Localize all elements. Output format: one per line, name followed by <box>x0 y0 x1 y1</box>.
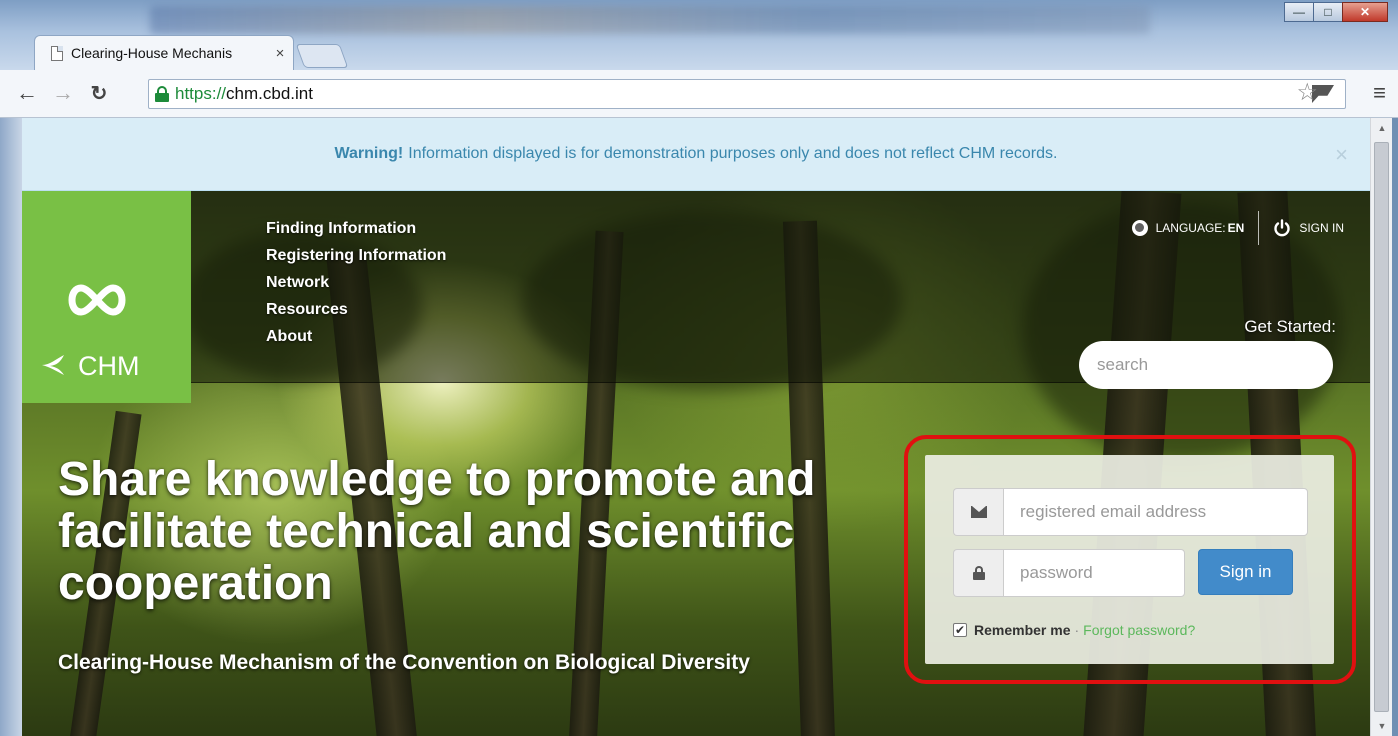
window-frame-left <box>0 118 22 736</box>
language-label: LANGUAGE: <box>1155 221 1226 235</box>
reload-icon[interactable]: ↻ <box>84 78 114 108</box>
window-controls: — □ ✕ <box>1284 2 1388 22</box>
logo-text: CHM <box>78 351 140 381</box>
warning-banner: Warning! Information displayed is for de… <box>22 118 1370 191</box>
tab-close-icon[interactable]: × <box>267 45 293 62</box>
minimize-button[interactable]: — <box>1284 2 1314 22</box>
warning-text: Information displayed is for demonstrati… <box>408 145 1058 162</box>
highlight-annotation <box>904 435 1356 684</box>
hero-section: CHM Finding Information Registering Info… <box>22 191 1370 736</box>
language-value: EN <box>1227 221 1245 235</box>
signin-label: SIGN IN <box>1299 221 1344 235</box>
back-arrow-icon[interactable]: ← <box>12 78 42 108</box>
nav-registering-information[interactable]: Registering Information <box>266 242 446 269</box>
close-icon[interactable]: × <box>1335 142 1348 168</box>
search-input[interactable] <box>1079 341 1333 389</box>
leaf-icon <box>42 355 64 375</box>
warning-label: Warning! <box>334 145 404 162</box>
nav-finding-information[interactable]: Finding Information <box>266 215 446 242</box>
url-host: chm.cbd.int <box>226 84 313 103</box>
vertical-scrollbar[interactable]: ▲ ▼ <box>1370 118 1392 736</box>
top-utility-links: LANGUAGE: EN SIGN IN <box>1131 211 1344 245</box>
url-scheme: https:// <box>175 84 227 103</box>
address-bar[interactable]: https:// chm.cbd.int <box>148 79 1346 109</box>
nav-network[interactable]: Network <box>266 269 446 296</box>
browser-menu-icon[interactable]: ≡ <box>1373 80 1386 106</box>
language-selector[interactable]: LANGUAGE: EN <box>1131 220 1245 236</box>
main-navigation: Finding Information Registering Informat… <box>266 215 446 350</box>
bookmark-star-icon[interactable]: ☆ <box>1296 78 1318 107</box>
scroll-up-arrow-icon[interactable]: ▲ <box>1371 118 1393 138</box>
blurred-background-strip <box>150 6 1150 34</box>
new-tab-button[interactable] <box>295 44 349 68</box>
get-started-label: Get Started: <box>1244 317 1336 336</box>
nav-about[interactable]: About <box>266 323 446 350</box>
hero-subheadline: Clearing-House Mechanism of the Conventi… <box>58 651 750 674</box>
page-icon <box>51 45 63 61</box>
chm-logo[interactable]: CHM <box>22 191 191 403</box>
maximize-button[interactable]: □ <box>1313 2 1343 22</box>
browser-toolbar: ← → ↻ https:// chm.cbd.int ☆ ≡ <box>0 70 1398 118</box>
close-window-button[interactable]: ✕ <box>1342 2 1388 22</box>
browser-window: — □ ✕ Clearing-House Mechanis × ← → ↻ ht… <box>0 0 1398 736</box>
tab-title: Clearing-House Mechanis <box>71 45 233 61</box>
hero-headline: Share knowledge to promote and facilitat… <box>58 453 816 610</box>
infinity-icon <box>68 284 126 316</box>
globe-icon <box>1131 220 1148 236</box>
forward-arrow-icon[interactable]: → <box>48 78 78 108</box>
page-viewport: Warning! Information displayed is for de… <box>22 118 1370 736</box>
divider <box>1258 211 1260 245</box>
title-bar: — □ ✕ Clearing-House Mechanis × <box>0 0 1398 70</box>
scrollbar-thumb[interactable] <box>1374 142 1389 712</box>
secure-lock-icon <box>155 86 169 102</box>
signin-link[interactable]: SIGN IN <box>1273 219 1344 237</box>
browser-tab[interactable]: Clearing-House Mechanis × <box>34 35 294 70</box>
nav-resources[interactable]: Resources <box>266 296 446 323</box>
power-icon <box>1274 219 1291 237</box>
scroll-down-arrow-icon[interactable]: ▼ <box>1371 716 1393 736</box>
